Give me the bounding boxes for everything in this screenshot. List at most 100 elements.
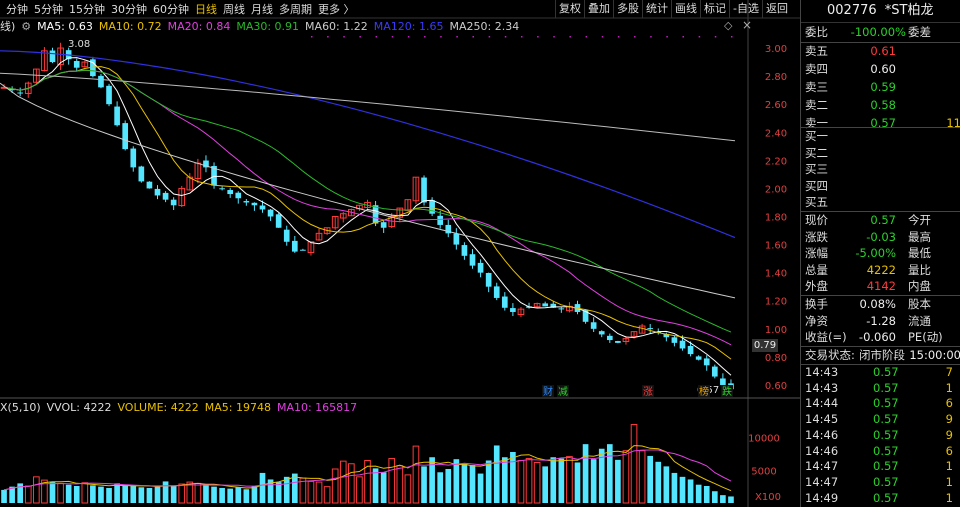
stat-label: 涨幅 [805,246,828,260]
volume-bar [388,458,396,504]
ma60-line [0,82,736,299]
ask-price: 0.60 [870,62,896,76]
period-tab[interactable]: 多周期 [279,1,312,17]
signal-dot [537,36,539,38]
volume-bar [372,468,379,503]
toolbar-button[interactable]: 返回 [761,0,791,18]
signal-dot [634,36,636,38]
volume-bar [194,482,202,504]
signal-dot [714,36,717,38]
candle-body [130,148,137,168]
ma250-line [0,72,736,142]
volume-value: VOLUME: 4222 [117,401,199,414]
volume-bar [251,486,258,503]
toolbar-button[interactable]: 复权 [555,0,584,18]
volume-bar [469,465,476,503]
stock-code: 002776 [827,3,877,18]
stat-label-2: 今开 [908,213,931,227]
toolbar-button[interactable]: 多股 [613,0,642,18]
volume-bar [510,452,516,503]
close-icon[interactable]: × [742,18,752,32]
diamond-icon[interactable]: ◇ [724,19,732,32]
volume-bar [720,495,726,503]
period-tab[interactable]: 30分钟 [111,1,147,17]
vol-ma10-value: MA10: 165817 [276,401,358,414]
candle-body [49,50,56,63]
ma10-line [3,66,732,360]
volume-bar [622,450,630,504]
candle-body [453,233,460,245]
signal-dot [327,36,329,38]
high-price-label: 3.08 [68,39,90,50]
toolbar-button[interactable]: -自选 [729,0,762,18]
event-marker: 减 [558,386,568,398]
signal-dot [569,36,571,38]
volume-bar [493,445,500,503]
volume-bar [421,466,427,503]
stat-label-2: 最高 [908,229,931,244]
volume-bar [461,463,468,503]
candle-body [711,366,718,377]
period-tab[interactable]: 周线 [223,1,245,17]
candle-body [154,188,161,196]
toolbar-button[interactable]: 叠加 [584,0,613,18]
period-tab[interactable]: 5分钟 [34,1,63,17]
volume-bar [380,472,387,503]
period-tab[interactable]: 更多 〉 [318,1,355,17]
vol-tick-label: 5000 [751,466,776,477]
candle-body [259,205,266,210]
volume-bar [695,484,702,503]
volume-bar [703,486,710,503]
volume-bar [170,486,177,503]
candle-body [106,85,112,105]
volume-bar [138,487,145,503]
ask-price: 0.58 [870,98,896,112]
volume-bar [331,468,339,504]
candle-body [720,378,726,385]
volume-bar [1,489,7,503]
toolbar-button[interactable]: 统计 [642,0,671,18]
stat-value: -0.060 [858,330,896,344]
volume-bar [606,444,613,503]
stat-value: 4142 [866,279,896,293]
ma5-value: MA5: 0.63 [37,19,93,33]
volume-bar [130,486,137,503]
candle-body [687,345,694,355]
volume-bar [283,476,290,503]
toolbar-button[interactable]: 画线 [671,0,700,18]
period-tab[interactable]: 分钟 [6,1,28,17]
signal-dot [617,36,620,38]
signal-dot [601,36,604,38]
volume-bar [396,465,404,504]
signal-dot [407,36,410,38]
volume-bar [33,476,40,504]
kline-chart[interactable]: 3.00 2.80 2.60 2.40 2.20 2.00 1.80 1.60 1.40 1.20… [0,0,800,507]
candle-body [469,254,476,266]
volume-bar [73,486,80,503]
y-tick-label: 0.80 [765,353,787,364]
ask-label: 卖四 [805,62,828,76]
y-tick-label: 1.20 [765,297,787,308]
volume-bar [356,476,363,504]
candle-body [275,214,282,228]
stock-title: 002776 *ST柏龙 [801,0,960,23]
y-tick-label: 2.80 [765,72,787,83]
toolbar-button[interactable]: 标记 [700,0,729,18]
signal-dot [456,36,458,38]
period-tab[interactable]: 日线 [195,1,217,17]
stat-value: -5.00% [855,246,896,260]
candle-body [461,245,468,256]
settings-gear-icon[interactable]: ⚙ [21,20,31,33]
y-tick-label: 1.60 [765,241,787,252]
period-tab[interactable]: 60分钟 [153,1,189,17]
last-price-badge: 0.79 [752,339,778,352]
stock-name[interactable]: *ST柏龙 [885,3,934,18]
volume-bar [81,482,89,504]
candle-body [235,192,242,199]
tick-volume: 6 [945,396,953,411]
volume-bar [90,485,96,503]
period-tab[interactable]: 15分钟 [69,1,105,17]
period-tab[interactable]: 月线 [251,1,273,17]
candle-body [98,75,104,88]
ma60-value: MA60: 1.22 [305,19,368,33]
